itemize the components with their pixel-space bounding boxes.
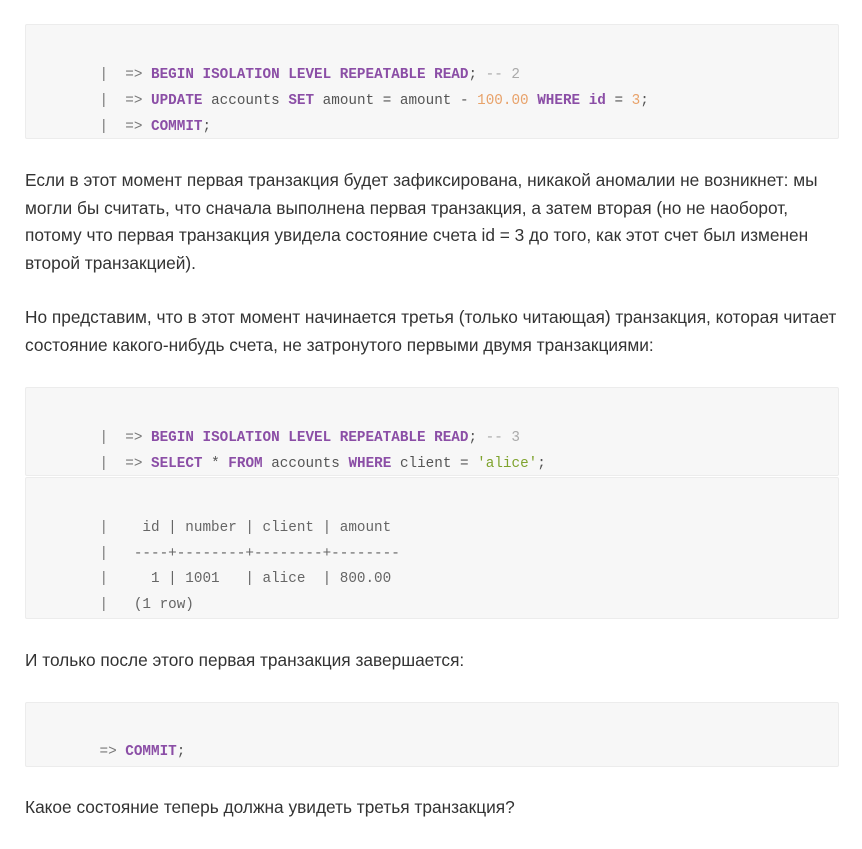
identifier: accounts: [211, 93, 280, 109]
expression: amount = amount -: [322, 93, 469, 109]
line-pipe: |: [99, 119, 109, 135]
keyword: WHERE: [537, 93, 581, 109]
code-line: | => COMMIT;: [48, 100, 211, 135]
keyword: SET: [288, 93, 315, 109]
number-literal: 3: [631, 93, 641, 109]
output-line: | id | number | client | amount: [48, 501, 391, 536]
keyword: WHERE: [348, 456, 392, 472]
code-line: | => SELECT * FROM accounts WHERE client…: [48, 437, 545, 472]
keyword: COMMIT: [125, 744, 177, 760]
keyword: COMMIT: [151, 119, 203, 135]
prompt: =>: [125, 456, 143, 472]
code-block-commit: => COMMIT;: [25, 702, 839, 767]
code-block-transaction-2: | => BEGIN ISOLATION LEVEL REPEATABLE RE…: [25, 24, 839, 139]
output-line: | (1 row): [48, 578, 193, 613]
output-text: (1 row): [125, 597, 194, 613]
query-output-block: | id | number | client | amount | ----+-…: [25, 477, 839, 619]
string-literal: 'alice': [477, 456, 538, 472]
code-line: | => UPDATE accounts SET amount = amount…: [48, 74, 648, 109]
number-literal: 100.00: [477, 93, 529, 109]
paragraph: Какое состояние теперь должна увидеть тр…: [25, 797, 515, 817]
prompt: =>: [125, 119, 143, 135]
operator: *: [211, 456, 220, 472]
semicolon: ;: [202, 119, 212, 135]
output-line: | ----+--------+--------+--------: [48, 527, 399, 562]
semicolon: ;: [640, 93, 649, 109]
paragraph: И только после этого первая транзакция з…: [25, 650, 465, 670]
output-line: | 1 | 1001 | alice | 800.00: [48, 552, 391, 587]
semicolon: ;: [537, 456, 546, 472]
code-line: => COMMIT;: [48, 725, 185, 760]
code-line: | => BEGIN ISOLATION LEVEL REPEATABLE RE…: [48, 48, 520, 83]
line-pipe: |: [99, 456, 109, 472]
keyword: SELECT: [151, 456, 203, 472]
expression: client =: [399, 456, 469, 472]
code-line: | => BEGIN ISOLATION LEVEL REPEATABLE RE…: [48, 411, 520, 446]
keyword: FROM: [228, 456, 263, 472]
paragraph: Если в этот момент первая транзакция буд…: [25, 170, 818, 273]
keyword: id: [588, 93, 606, 109]
operator: =: [614, 93, 624, 109]
semicolon: ;: [176, 744, 186, 760]
code-block-transaction-3: | => BEGIN ISOLATION LEVEL REPEATABLE RE…: [25, 387, 839, 476]
identifier: accounts: [271, 456, 340, 472]
prompt: =>: [99, 744, 117, 760]
paragraph: Но представим, что в этот момент начинае…: [25, 307, 837, 355]
line-pipe: |: [99, 597, 109, 613]
